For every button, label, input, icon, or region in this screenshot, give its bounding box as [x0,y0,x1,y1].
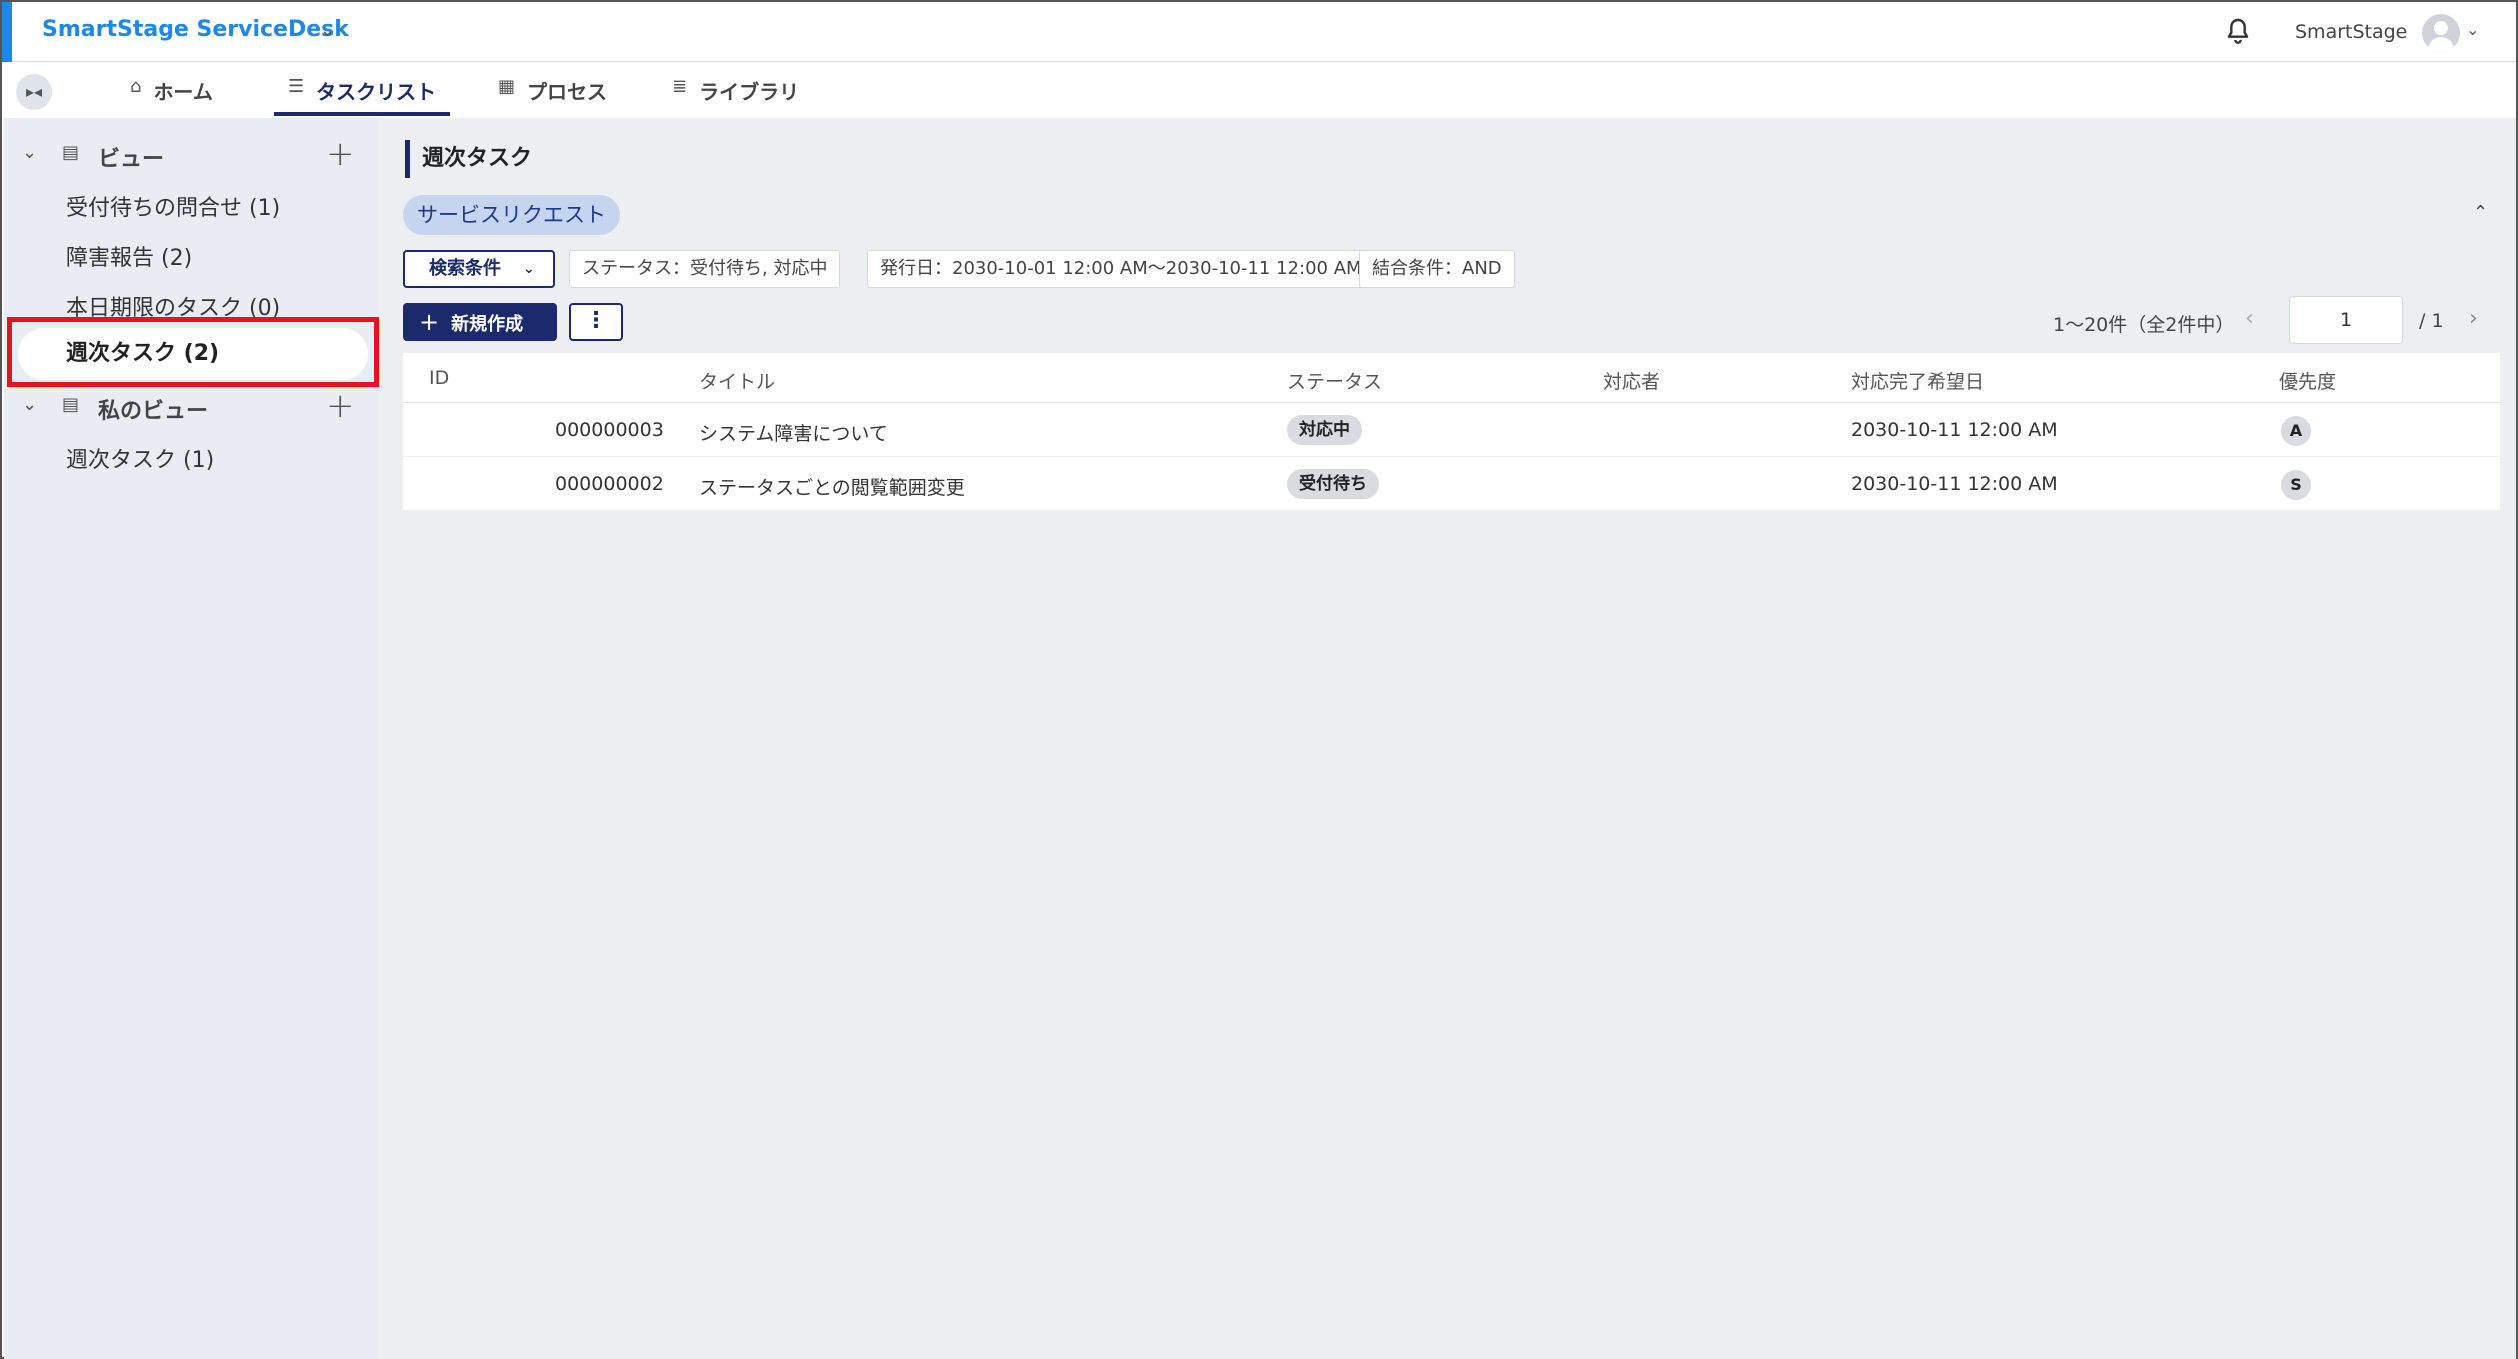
cell-due-date: 2030-10-11 12:00 AM [1851,419,2058,441]
more-options-button[interactable]: ⋮ [569,303,623,341]
avatar[interactable] [2422,14,2460,52]
search-conditions-button[interactable]: 検索条件 ⌄ [403,250,555,288]
document-icon: ▤ [62,394,80,415]
tab-label: タスクリスト [316,80,437,104]
user-menu-chevron-icon[interactable]: ⌄ [2466,20,2479,39]
plus-icon: + [419,308,440,336]
chevron-left-icon[interactable]: ‹ [2245,306,2254,331]
sidebar-item-my-weekly-tasks[interactable]: 週次タスク (1) [66,442,214,474]
tab-tasklist[interactable]: ☰ タスクリスト [274,76,451,116]
category-chip[interactable]: サービスリクエスト [403,195,620,235]
list-icon: ≣ [672,76,688,97]
page-number-input[interactable]: 1 [2289,296,2403,344]
avatar-head-shape [2434,21,2448,35]
column-header-id[interactable]: ID [429,367,449,389]
top-header: SmartStage ServiceDesk ⌄ SmartStage ⌄ [2,2,2516,62]
column-header-due-date[interactable]: 対応完了希望日 [1851,367,1984,394]
status-badge: 受付待ち [1287,469,1379,499]
sidebar-item-incident-reports[interactable]: 障害報告 (2) [66,240,192,272]
page-title: 週次タスク [405,140,532,178]
document-icon: ▤ [62,142,80,163]
cell-title[interactable]: ステータスごとの閲覧範囲変更 [699,473,965,500]
tasklist-icon: ☰ [288,76,305,97]
filter-status: ステータス：受付待ち, 対応中 [569,250,841,288]
sidebar-item-pending-inquiries[interactable]: 受付待ちの問合せ (1) [66,190,280,222]
chevron-down-icon[interactable]: ⌄ [22,394,37,415]
app-switcher-chevron-icon[interactable]: ⌄ [320,20,335,41]
collapse-up-icon[interactable]: ⌃ [2473,202,2488,223]
table-row[interactable]: 000000003 システム障害について 対応中 2030-10-11 12:0… [403,403,2500,457]
views-section-label: ビュー [98,147,165,172]
new-button-label: 新規作成 [451,314,524,335]
chevron-down-icon: ⌄ [523,261,535,277]
highlight-annotation-box [7,317,379,387]
filter-issue-date: 発行日：2030-10-01 12:00 AM〜2030-10-11 12:00… [867,250,1375,288]
sidebar-collapse-button[interactable]: ▸◂ [16,74,52,110]
user-name[interactable]: SmartStage [2295,21,2407,43]
tab-library[interactable]: ≣ ライブラリ [672,76,799,116]
column-header-priority[interactable]: 優先度 [2279,367,2336,394]
status-badge: 対応中 [1287,415,1362,445]
new-button[interactable]: + 新規作成 [403,303,557,341]
tab-label: ライブラリ [699,80,800,104]
add-view-button[interactable]: + [326,134,355,174]
cell-id: 000000003 [555,419,664,441]
table-header: ID タイトル ステータス 対応者 対応完了希望日 優先度 [403,353,2500,403]
brand-accent-bar [2,2,12,62]
pager-summary: 1〜20件（全2件中） [2053,314,2235,336]
chevron-right-icon[interactable]: › [2469,306,2478,331]
table-row[interactable]: 000000002 ステータスごとの閲覧範囲変更 受付待ち 2030-10-11… [403,457,2500,511]
priority-badge: S [2281,470,2311,500]
search-conditions-label: 検索条件 [429,258,501,279]
column-header-assignee[interactable]: 対応者 [1603,367,1660,394]
chevron-down-icon[interactable]: ⌄ [22,142,37,163]
column-header-status[interactable]: ステータス [1287,367,1382,394]
add-my-view-button[interactable]: + [326,386,355,426]
avatar-body-shape [2428,37,2454,52]
main-content: 週次タスク サービスリクエスト ⌃ 検索条件 ⌄ ステータス：受付待ち, 対応中… [379,118,2516,1359]
filter-join-condition: 結合条件：AND [1359,250,1515,288]
tab-home[interactable]: ⌂ ホーム [130,76,213,116]
home-icon: ⌂ [130,76,142,97]
app-title[interactable]: SmartStage ServiceDesk [42,17,349,42]
tab-label: プロセス [527,80,608,104]
column-header-title[interactable]: タイトル [699,367,775,394]
page-total: / 1 [2419,310,2444,332]
notification-bell-icon[interactable] [2222,16,2254,48]
priority-badge: A [2281,416,2311,446]
tab-process[interactable]: ▦ プロセス [498,76,607,116]
tab-label: ホーム [153,80,213,104]
app-window: SmartStage ServiceDesk ⌄ SmartStage ⌄ ▸◂… [0,0,2518,1359]
my-views-section-header[interactable]: ⌄ ▤ 私のビュー + [4,386,379,428]
sidebar: ⌄ ▤ ビュー + 受付待ちの問合せ (1) 障害報告 (2) 本日期限のタスク… [4,118,379,1359]
cell-due-date: 2030-10-11 12:00 AM [1851,473,2058,495]
cell-id: 000000002 [555,473,664,495]
views-section-header[interactable]: ⌄ ▤ ビュー + [4,134,379,176]
my-views-section-label: 私のビュー [98,399,209,424]
building-icon: ▦ [498,76,516,97]
main-nav: ▸◂ ⌂ ホーム ☰ タスクリスト ▦ プロセス ≣ ライブラリ [2,62,2516,118]
task-table: ID タイトル ステータス 対応者 対応完了希望日 優先度 000000003 … [403,353,2500,511]
cell-title[interactable]: システム障害について [699,419,888,446]
